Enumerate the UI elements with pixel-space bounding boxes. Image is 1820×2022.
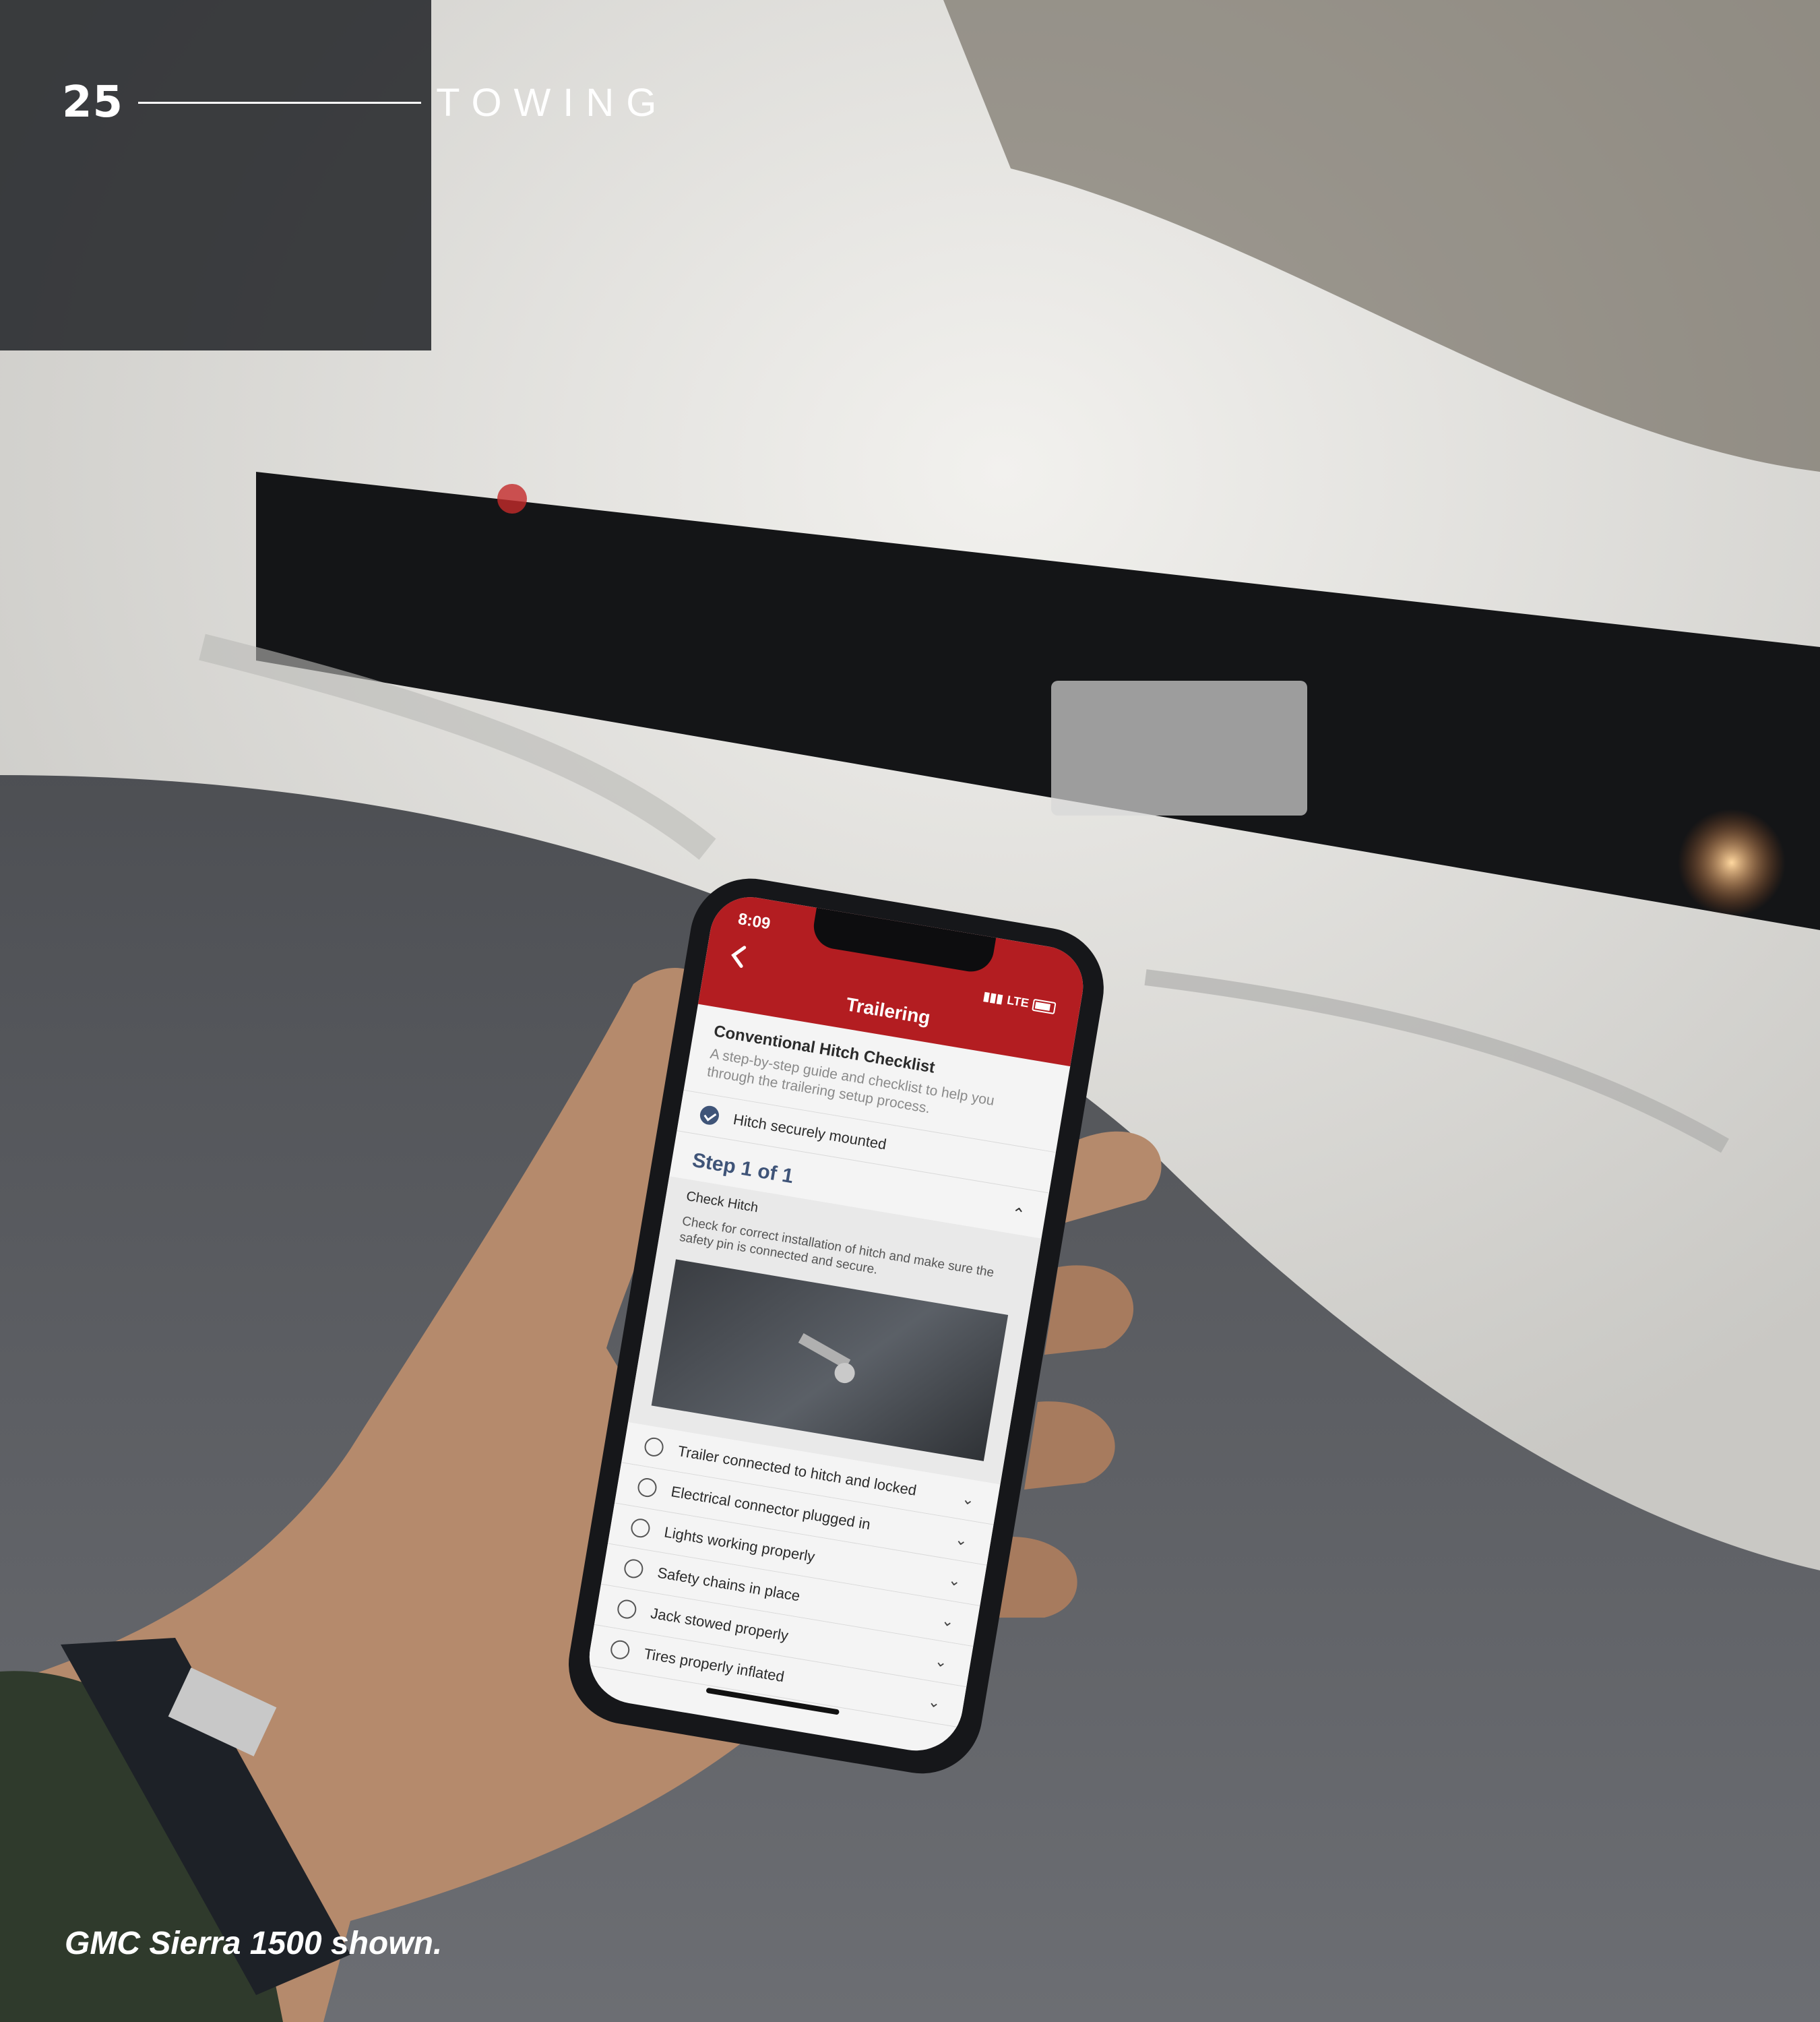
chevron-down-icon[interactable]: ⌄ xyxy=(927,1692,941,1712)
status-time: 8:09 xyxy=(736,909,772,933)
unchecked-circle-icon[interactable] xyxy=(623,1558,645,1580)
chevron-up-icon[interactable]: ⌃ xyxy=(1010,1204,1027,1225)
signal-icon: ▮▮▮ xyxy=(982,989,1005,1006)
checked-circle-icon[interactable] xyxy=(698,1104,721,1126)
unchecked-circle-icon[interactable] xyxy=(636,1476,658,1499)
chevron-down-icon[interactable]: ⌄ xyxy=(954,1531,969,1550)
chevron-down-icon[interactable]: ⌄ xyxy=(940,1612,955,1631)
hitch-ball-shape xyxy=(833,1361,856,1385)
chevron-down-icon[interactable]: ⌄ xyxy=(947,1571,962,1591)
status-indicators: ▮▮▮ LTE xyxy=(982,989,1057,1016)
header-divider xyxy=(138,101,422,104)
battery-icon xyxy=(1032,998,1057,1014)
chevron-down-icon[interactable]: ⌄ xyxy=(961,1490,976,1510)
unchecked-circle-icon[interactable] xyxy=(643,1436,665,1458)
unchecked-circle-icon[interactable] xyxy=(629,1517,652,1539)
chevron-down-icon[interactable]: ⌄ xyxy=(933,1652,949,1672)
chevron-left-icon[interactable] xyxy=(723,941,754,972)
page-header: 25 TOWING xyxy=(62,75,668,129)
section-title: TOWING xyxy=(436,80,669,125)
photo-caption: GMC Sierra 1500 shown. xyxy=(65,1926,443,1961)
unchecked-circle-icon[interactable] xyxy=(616,1598,638,1620)
unchecked-circle-icon[interactable] xyxy=(609,1638,631,1661)
page-number: 25 xyxy=(62,78,124,127)
network-label: LTE xyxy=(1005,993,1030,1010)
